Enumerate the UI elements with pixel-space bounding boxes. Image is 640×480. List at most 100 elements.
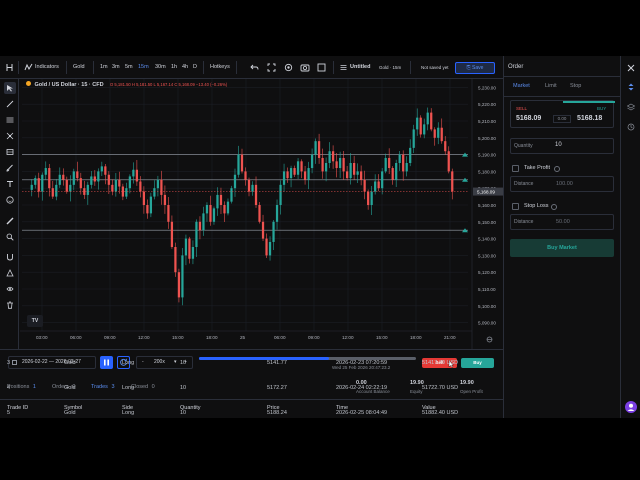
candle-body [381,171,384,189]
candle-body [261,221,265,239]
expand-icon[interactable] [317,63,326,72]
candle-body [419,117,422,135]
timeframe-3m[interactable]: 3m [112,56,120,79]
take-profit-distance-field[interactable]: Distance 100.00 [510,176,614,192]
stop-loss-distance-value[interactable]: 50.00 [556,219,570,225]
stop-loss-checkbox[interactable] [512,203,519,210]
table-row[interactable]: 4 Gold Long 10 5172.27 2026-02-24 02:22:19 517… [0,378,503,398]
candle-body [111,184,114,192]
table-cell: 5172.27 [267,385,287,391]
candle-body [93,176,96,182]
text-tool-icon[interactable] [4,178,16,190]
table-cell: 5141.77 [267,360,287,366]
candle-body [377,181,380,189]
zoom-icon[interactable] [4,231,16,243]
avatar[interactable] [625,401,637,413]
chart-canvas[interactable]: 5,230.00 5,220.00 5,210.00 5,200.00 5,190.00… [20,79,503,349]
candle-body [254,184,258,205]
fib-tool-icon[interactable] [4,130,16,142]
candle-body [205,205,209,214]
layout-name[interactable]: Untitled [350,56,370,79]
order-tab-limit[interactable]: Limit [545,83,557,89]
tradingview-logo: TV [27,315,43,327]
time-tick-label: 06:00 [70,335,82,340]
chart-settings-icon[interactable] [486,336,493,343]
settings-icon[interactable] [284,63,293,72]
spread-value: 0.00 [553,115,571,123]
trash-icon[interactable] [4,299,16,311]
candle-body [416,117,419,130]
candle-body [324,163,328,172]
candle-body [174,247,177,273]
table-cell: Gold [64,385,76,391]
indicators-icon[interactable] [24,63,33,72]
layers-icon[interactable] [626,103,636,113]
candle-body [202,213,205,231]
candle-body [391,168,394,180]
save-button[interactable]: ⎘ Save [455,62,495,74]
take-profit-distance-value[interactable]: 100.00 [556,181,573,187]
candle-body [118,179,121,187]
candle-body [268,241,272,256]
order-tab-stop[interactable]: Stop [570,83,581,89]
trend-line-icon[interactable] [4,98,16,110]
quantity-field[interactable]: Quantity 10 [510,138,614,154]
candle-body [209,205,212,222]
candle-body [370,191,373,205]
emoji-icon[interactable] [4,194,16,206]
buy-market-button[interactable]: Buy Market [510,239,614,257]
trading-app: Indicators Gold 1m 3m 5m 15m 30m 1h 4h D… [0,56,640,418]
fullscreen-icon[interactable] [267,63,276,72]
sell-quote-price[interactable]: 5168.09 [516,115,541,122]
brush-icon[interactable] [4,162,16,174]
timeframe-4h[interactable]: 4h [182,56,188,79]
timeframe-d[interactable]: D [193,56,197,79]
timeframe-1m[interactable]: 1m [100,56,108,79]
order-ticket-icon[interactable] [627,83,635,93]
table-row[interactable]: 5 Gold Long 10 5188.24 2026-02-25 08:04:49 518… [0,403,503,423]
quantity-value[interactable]: 10 [555,142,562,148]
undo-icon[interactable] [250,63,259,72]
lock-drawings-icon[interactable] [4,267,16,279]
hotkeys-button[interactable]: Hotkeys [210,56,230,79]
candle-body [107,174,110,185]
camera-icon[interactable] [300,63,310,72]
timeframe-1h[interactable]: 1h [171,56,177,79]
candle-body [409,147,412,163]
price-chart[interactable]: 5,230.00 5,220.00 5,210.00 5,200.00 5,190.00… [20,79,503,349]
stop-loss-distance-field[interactable]: Distance 50.00 [510,214,614,230]
candle-body [437,127,440,138]
cursor-icon[interactable] [4,82,16,94]
order-panel: Order Market Limit Stop SELL 5168.09 0.0… [503,56,640,418]
candle-body [223,205,226,214]
candle-body [233,174,237,189]
take-profit-info-icon [554,166,560,172]
hide-drawings-icon[interactable] [4,283,16,295]
timeframe-30m[interactable]: 30m [155,56,166,79]
take-profit-checkbox[interactable] [512,165,519,172]
candle-body [226,201,230,214]
candle-body [195,221,198,247]
price-tick-label: 5,100.00 [478,304,496,309]
timeframe-15m[interactable]: 15m [138,56,149,79]
table-cell: 2026-02-24 02:22:19 [336,385,388,391]
table-divider [0,399,503,400]
history-icon[interactable] [627,123,635,133]
magnet-icon[interactable] [4,251,16,263]
symbol-button[interactable]: Gold [73,56,85,79]
candle-body [37,178,40,192]
candle-body [440,127,443,142]
buy-quote-price[interactable]: 5168.18 [577,115,602,122]
close-icon[interactable] [627,64,635,74]
ruler-icon[interactable] [4,215,16,227]
candle-body [444,141,447,152]
order-tab-market[interactable]: Market [513,83,530,89]
table-row[interactable]: 3 Gold Long 10 5141.77 2026-02-23 07:20:59 514… [0,353,503,373]
timeframe-5m[interactable]: 5m [125,56,133,79]
indicators-button[interactable]: Indicators [35,56,59,79]
layout-menu-icon[interactable] [340,64,347,71]
candle-body [167,205,170,222]
menu-icon[interactable] [5,63,14,72]
horizontal-lines-icon[interactable] [4,114,16,126]
pattern-tool-icon[interactable] [4,146,16,158]
